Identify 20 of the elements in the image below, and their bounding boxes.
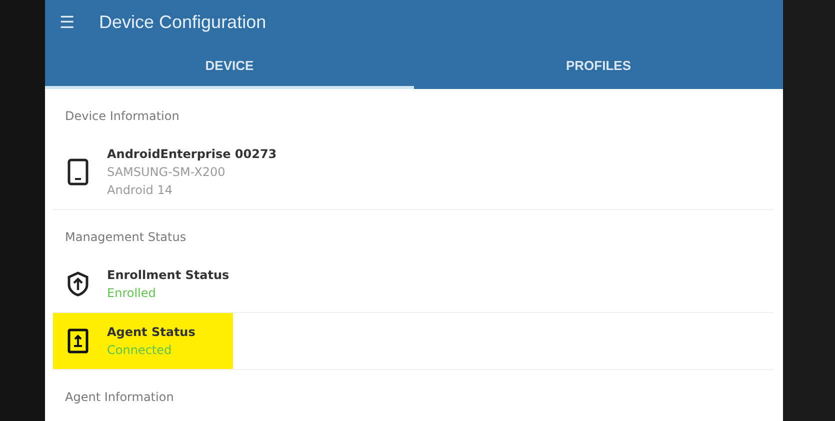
section-header: Device Information [64, 108, 180, 125]
app-title: Device Configuration [99, 12, 266, 33]
tab[interactable]: DEVICE [45, 45, 414, 89]
shield-arrow-icon [67, 271, 89, 297]
item-detail: SAMSUNG-SM-X200 [107, 165, 226, 179]
tab[interactable]: PROFILES [414, 45, 783, 89]
item-detail: Android 14 [107, 183, 174, 197]
list-item[interactable]: Enrollment Status Enrolled [53, 256, 773, 312]
tablet-icon [67, 158, 89, 186]
item-title: AndroidEnterprise 00273 [107, 147, 277, 161]
highlighted-list-item[interactable]: Agent Status Connected [53, 313, 234, 369]
item-title: Enrollment Status [107, 268, 230, 282]
status-text: Enrolled [107, 286, 157, 300]
item-title: Agent Status [107, 325, 196, 339]
section-header: Agent Information [64, 389, 175, 406]
upload-box-icon [67, 328, 89, 354]
status-text: Connected [107, 343, 173, 357]
section-header: Management Status [64, 229, 188, 246]
menu-button[interactable]: ☰ [55, 12, 79, 33]
list-item[interactable]: AndroidEnterprise 00273 SAMSUNG-SM-X200 Android 14 [53, 135, 773, 209]
